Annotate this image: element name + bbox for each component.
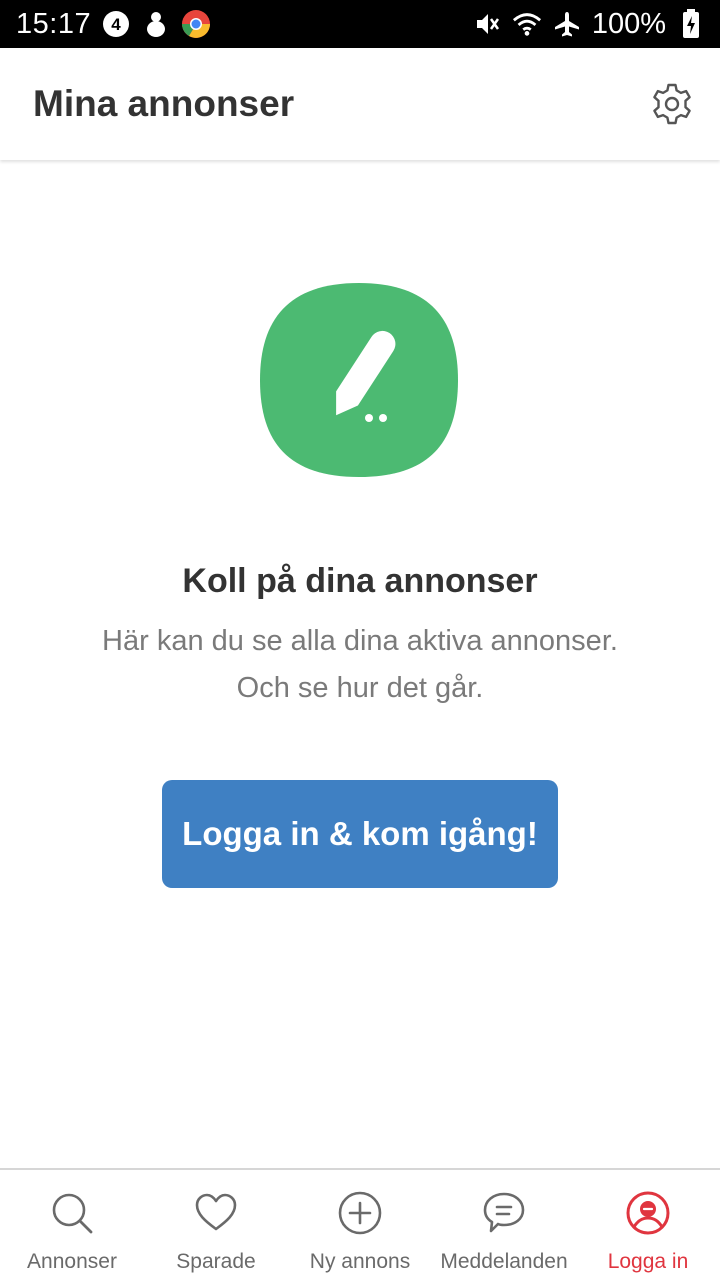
empty-state-description: Här kan du se alla dina aktiva annonser.… [0, 618, 720, 712]
nav-label: Sparade [176, 1250, 256, 1273]
user-icon [625, 1190, 671, 1236]
nav-item-sparade[interactable]: Sparade [144, 1170, 288, 1280]
nav-label: Logga in [607, 1250, 689, 1273]
nav-label: Meddelanden [440, 1250, 568, 1273]
description-line-1: Här kan du se alla dina aktiva annonser. [102, 625, 618, 657]
app-bar: Mina annonser [0, 48, 720, 160]
channel4-icon: 4 [101, 9, 131, 39]
battery-charging-icon [676, 9, 706, 39]
nav-label: Annonser [27, 1250, 117, 1273]
settings-button[interactable] [648, 80, 696, 128]
airplane-icon [552, 9, 582, 39]
login-button[interactable]: Logga in & kom igång! [162, 780, 558, 888]
nav-item-meddelanden[interactable]: Meddelanden [432, 1170, 576, 1280]
plus-circle-icon [337, 1190, 383, 1236]
wifi-icon [512, 9, 542, 39]
empty-state-title: Koll på dina annonser [182, 562, 538, 600]
mute-icon [472, 9, 502, 39]
battery-percent: 100% [591, 7, 666, 40]
status-time: 15:17 [16, 7, 92, 40]
bottom-nav: Annonser Sparade Ny annons Meddelanden L… [0, 1168, 720, 1280]
status-bar: 15:17 4 100% [0, 0, 720, 48]
chrome-icon [181, 9, 211, 39]
gear-icon [653, 83, 691, 125]
nav-label: Ny annons [309, 1250, 411, 1273]
search-icon [49, 1190, 95, 1236]
pencil-icon [258, 280, 460, 480]
chat-icon [481, 1190, 527, 1236]
main-content: Koll på dina annonser Här kan du se alla… [0, 160, 720, 1168]
bug-icon [141, 9, 171, 39]
nav-item-logga-in[interactable]: Logga in [576, 1170, 720, 1280]
svg-text:4: 4 [111, 15, 121, 34]
heart-icon [193, 1190, 239, 1236]
nav-item-annonser[interactable]: Annonser [0, 1170, 144, 1280]
description-line-2: Och se hur det går. [236, 672, 484, 704]
page-title: Mina annonser [33, 83, 295, 124]
nav-item-ny-annons[interactable]: Ny annons [288, 1170, 432, 1280]
